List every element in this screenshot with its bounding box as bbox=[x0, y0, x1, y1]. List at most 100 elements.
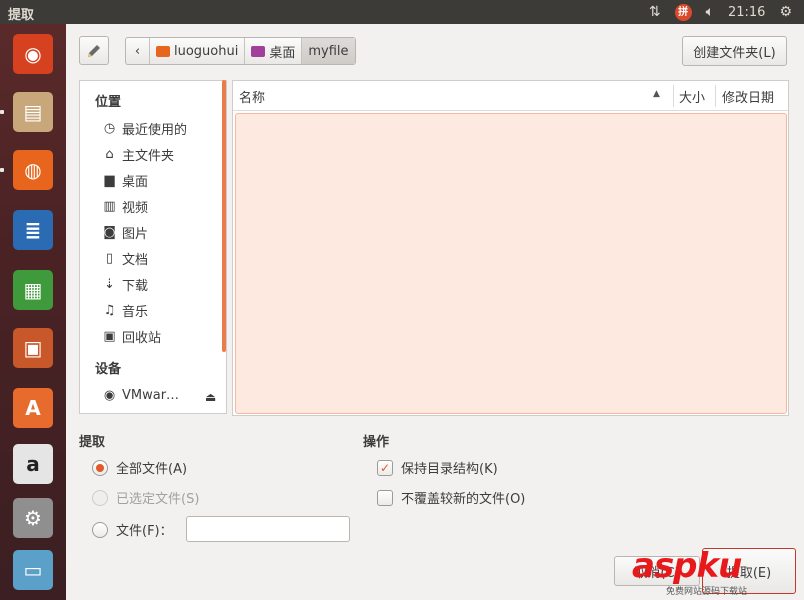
column-header: 名称 ▲ 大小 修改日期 bbox=[233, 81, 788, 111]
software-center-icon: A bbox=[13, 388, 53, 428]
amazon-icon: a bbox=[13, 444, 53, 484]
sidebar-item-vmware[interactable]: ◉ VMwar… bbox=[102, 384, 179, 406]
sort-ascending-icon: ▲ bbox=[653, 89, 660, 99]
checkbox-label: 不覆盖较新的文件(O) bbox=[401, 492, 526, 507]
launcher-firefox[interactable]: ◍ bbox=[7, 144, 59, 196]
checkbox-label: 保持目录结构(K) bbox=[401, 462, 498, 477]
document-icon: ▯ bbox=[105, 250, 114, 266]
clock-icon: ◷ bbox=[103, 120, 116, 136]
column-modified-label: 修改日期 bbox=[722, 90, 775, 106]
launcher-software-center[interactable]: A bbox=[7, 382, 59, 434]
system-settings-icon: ⚙ bbox=[13, 498, 53, 538]
checkbox-keep-structure[interactable]: ✓ 保持目录结构(K) bbox=[377, 458, 498, 477]
video-icon: ▥ bbox=[103, 198, 116, 214]
running-indicator bbox=[0, 168, 4, 172]
home-folder-icon bbox=[156, 45, 170, 57]
radio-selected-files: 已选定文件(S) bbox=[92, 488, 199, 507]
places-sidebar: 位置 ◷ 最近使用的 ⌂ 主文件夹 ▆ 桌面 ▥ 视频 ◙ 图片 ▯ 文档 ⇣ 下载 ♫ 音乐 ▣ 回收站 设备 … bbox=[79, 80, 227, 414]
file-list-area[interactable] bbox=[235, 113, 787, 414]
column-size[interactable]: 大小 bbox=[679, 81, 705, 111]
sidebar-item-video[interactable]: ▥ 视频 bbox=[102, 195, 148, 217]
checkmark-icon: ✓ bbox=[377, 459, 393, 476]
edit-location-button[interactable] bbox=[79, 36, 109, 65]
path-segment-home[interactable]: luoguohui bbox=[150, 38, 246, 64]
launcher-dash-home[interactable]: ◉ bbox=[7, 28, 59, 80]
sidebar-scrollbar[interactable] bbox=[222, 80, 226, 352]
launcher-system-settings[interactable]: ⚙ bbox=[7, 492, 59, 544]
column-name[interactable]: 名称 bbox=[239, 81, 669, 111]
watermark: aspku 免费网站源码下载站 bbox=[632, 546, 802, 598]
system-tray: ⇅ 拼 🔈︎ 21:16 ⚙ bbox=[649, 0, 804, 24]
path-segment-label: luoguohui bbox=[174, 43, 239, 59]
path-segment-myfile[interactable]: myfile bbox=[302, 38, 355, 64]
sidebar-item-music[interactable]: ♫ 音乐 bbox=[102, 299, 148, 321]
column-size-label: 大小 bbox=[679, 90, 706, 106]
checkbox-no-overwrite[interactable]: 不覆盖较新的文件(O) bbox=[377, 488, 525, 507]
pencil-icon bbox=[88, 44, 100, 57]
extract-section-title: 提取 bbox=[79, 435, 106, 450]
volume-icon[interactable]: 🔈︎ bbox=[706, 4, 714, 20]
column-modified[interactable]: 修改日期 bbox=[722, 81, 774, 111]
download-icon: ⇣ bbox=[104, 276, 115, 292]
launcher-libreoffice-calc[interactable]: ▦ bbox=[7, 264, 59, 316]
places-header: 位置 bbox=[95, 95, 122, 110]
sidebar-item-label: 桌面 bbox=[122, 174, 149, 190]
input-method-icon[interactable]: 拼 bbox=[674, 3, 692, 21]
sidebar-item-trash[interactable]: ▣ 回收站 bbox=[102, 325, 161, 347]
file-manager-icon: ▤ bbox=[13, 92, 53, 132]
radio-indicator bbox=[92, 521, 108, 538]
sidebar-item-label: 最近使用的 bbox=[122, 122, 188, 138]
launcher-libreoffice-writer[interactable]: ≣ bbox=[7, 204, 59, 256]
path-segment-label: 桌面 bbox=[269, 45, 296, 61]
launcher: ◉ ▤ ◍ ≣ ▦ ▣ Aa ⚙ ▭ bbox=[0, 24, 66, 600]
dash-home-icon: ◉ bbox=[13, 34, 53, 74]
radio-label: 全部文件(A) bbox=[116, 462, 188, 477]
sidebar-item-download[interactable]: ⇣ 下载 bbox=[102, 273, 148, 295]
sidebar-item-label: VMwar… bbox=[122, 387, 180, 403]
sidebar-item-clock[interactable]: ◷ 最近使用的 bbox=[102, 117, 187, 139]
create-folder-button[interactable]: 创建文件夹(L) bbox=[682, 36, 787, 66]
chevron-left-icon: ‹ bbox=[134, 43, 141, 59]
sidebar-item-document[interactable]: ▯ 文档 bbox=[102, 247, 148, 269]
radio-indicator bbox=[92, 489, 108, 506]
checkbox-indicator bbox=[377, 489, 393, 506]
sidebar-item-camera[interactable]: ◙ 图片 bbox=[102, 221, 148, 243]
path-segment-desktop[interactable]: 桌面 bbox=[245, 38, 303, 64]
path-back-button[interactable]: ‹ bbox=[126, 38, 150, 64]
libreoffice-calc-icon: ▦ bbox=[13, 270, 53, 310]
desktop-folder-icon bbox=[251, 45, 266, 57]
folder-icon: ▆ bbox=[104, 172, 115, 188]
libreoffice-impress-icon: ▣ bbox=[13, 328, 53, 368]
trash-icon: ▣ bbox=[103, 328, 116, 344]
radio-label: 文件(F)： bbox=[116, 524, 173, 539]
eject-icon[interactable]: ⏏ bbox=[205, 390, 216, 404]
launcher-amazon[interactable]: a bbox=[7, 438, 59, 490]
files-pattern-input[interactable] bbox=[186, 516, 350, 542]
sidebar-item-partial[interactable]: ▭ bbox=[102, 408, 117, 414]
sidebar-item-label: 图片 bbox=[122, 226, 149, 242]
radio-files[interactable]: 文件(F)： bbox=[92, 520, 173, 539]
gear-icon[interactable]: ⚙ bbox=[779, 4, 792, 20]
radio-all-files[interactable]: 全部文件(A) bbox=[92, 458, 187, 477]
sidebar-item-home[interactable]: ⌂ 主文件夹 bbox=[102, 143, 174, 165]
libreoffice-writer-icon: ≣ bbox=[13, 210, 53, 250]
top-panel: 提取 ⇅ 拼 🔈︎ 21:16 ⚙ bbox=[0, 0, 804, 24]
firefox-icon: ◍ bbox=[13, 150, 53, 190]
sidebar-item-label: 下载 bbox=[122, 278, 149, 294]
sidebar-item-folder[interactable]: ▆ 桌面 bbox=[102, 169, 149, 191]
radio-indicator bbox=[92, 459, 108, 476]
radio-label: 已选定文件(S) bbox=[116, 492, 200, 507]
home-icon: ⌂ bbox=[105, 146, 114, 162]
network-icon[interactable]: ⇅ bbox=[649, 4, 661, 20]
window-title: 提取 bbox=[8, 8, 35, 23]
column-name-label: 名称 bbox=[239, 90, 266, 106]
path-segment-label: myfile bbox=[308, 43, 349, 59]
sidebar-item-label: 音乐 bbox=[122, 304, 149, 320]
removable-drives-icon: ▭ bbox=[13, 550, 53, 590]
launcher-file-manager[interactable]: ▤ bbox=[7, 86, 59, 138]
sidebar-item-label: 文档 bbox=[122, 252, 149, 268]
clock[interactable]: 21:16 bbox=[728, 5, 765, 20]
launcher-libreoffice-impress[interactable]: ▣ bbox=[7, 322, 59, 374]
disc-icon: ◉ bbox=[103, 387, 116, 403]
launcher-removable-drives[interactable]: ▭ bbox=[7, 544, 59, 596]
